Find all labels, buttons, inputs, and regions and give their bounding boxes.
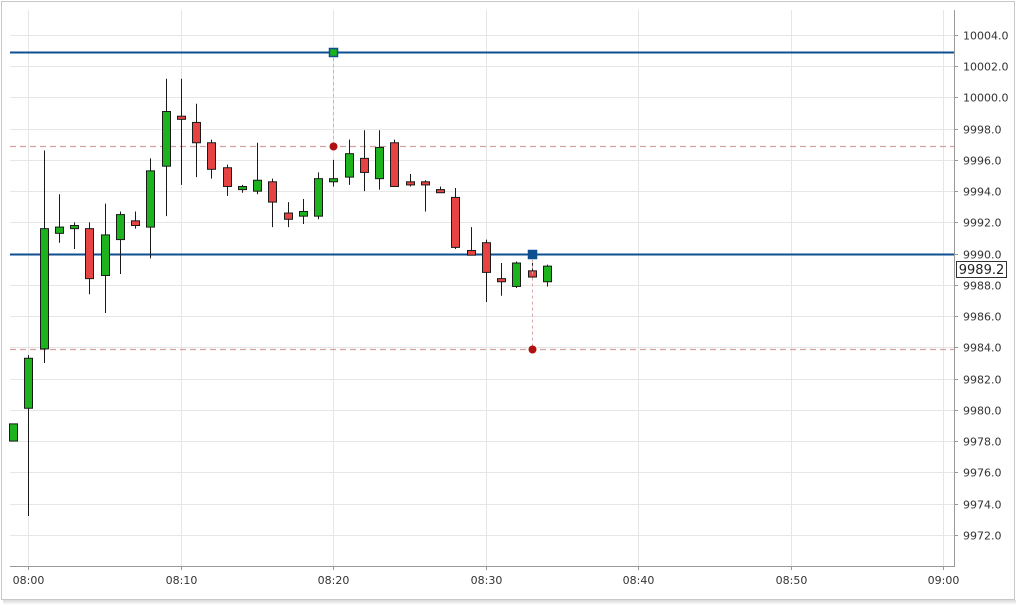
time-tick-label: 08:10: [166, 574, 198, 587]
candle-body: [512, 262, 521, 287]
candle-body: [467, 250, 476, 256]
stop-marker-dot: [528, 345, 537, 354]
candle-body: [299, 210, 308, 217]
candle-body: [177, 115, 186, 120]
price-tick-label: 9980.0: [963, 405, 1002, 418]
time-tick-label: 08:00: [13, 574, 45, 587]
stop-marker-dot: [329, 142, 338, 151]
last-price-label: 9989.2: [959, 263, 1005, 278]
candle-body: [70, 225, 79, 230]
price-tick-label: 10000.0: [963, 92, 1009, 105]
time-tick-label: 08:40: [623, 574, 655, 587]
candle-body: [55, 226, 64, 234]
price-tick-label: 10002.0: [963, 61, 1009, 74]
price-tick-label: 9974.0: [963, 499, 1002, 512]
candle-body: [192, 121, 201, 144]
candle-up: [512, 261, 521, 288]
candle-body: [406, 181, 415, 186]
candle-body: [223, 167, 232, 187]
candle-down: [390, 139, 399, 187]
price-tick-label: 9982.0: [963, 374, 1002, 387]
price-tick-label: 9996.0: [963, 155, 1002, 168]
order-marker-square: [527, 249, 538, 260]
candle-down: [451, 188, 460, 249]
price-tick-label: 9986.0: [963, 311, 1002, 324]
candle-body: [268, 181, 277, 203]
chart-window: 10004.0 10002.0 10000.0 9998.0 9996.0 9994.0 9…: [0, 0, 1019, 606]
candle-body: [329, 178, 338, 183]
price-tick-label: 9990.0: [963, 249, 1002, 262]
candle-body: [375, 146, 384, 180]
price-tick-label: 9976.0: [963, 467, 1002, 480]
candle-body: [238, 185, 247, 191]
price-tick-label: 9994.0: [963, 186, 1002, 199]
candle-body: [482, 242, 491, 273]
candle-body: [9, 423, 18, 442]
candle-up: [314, 172, 323, 220]
price-tick-label: 9972.0: [963, 530, 1002, 543]
candle-body: [24, 357, 33, 409]
price-tick-label: 9992.0: [963, 217, 1002, 230]
candle-body: [436, 189, 445, 194]
candle-body: [284, 212, 293, 220]
candle-body: [543, 265, 552, 283]
candle-body: [101, 234, 110, 277]
candle-body: [345, 153, 354, 178]
time-tick-label: 08:30: [471, 574, 503, 587]
price-tick-label: 9998.0: [963, 124, 1002, 137]
candle-body: [421, 181, 430, 186]
candle-body: [146, 170, 155, 228]
price-tick-label: 9978.0: [963, 436, 1002, 449]
price-tick-label: 9984.0: [963, 342, 1002, 355]
candle-body: [85, 228, 94, 280]
time-tick-label: 08:20: [318, 574, 350, 587]
candlestick-chart[interactable]: 10004.0 10002.0 10000.0 9998.0 9996.0 9994.0 9…: [0, 0, 1019, 606]
candle-up: [9, 423, 18, 442]
candle-body: [451, 196, 460, 248]
candle-body: [497, 278, 506, 283]
candle-body: [390, 142, 399, 187]
candle-body: [131, 220, 140, 227]
candle-body: [207, 142, 216, 170]
time-tick-label: 08:50: [776, 574, 808, 587]
order-marker-square: [328, 47, 339, 58]
candle-body: [40, 228, 49, 350]
candle-body: [162, 111, 171, 167]
candle-body: [116, 214, 125, 241]
chart-shadow: [3, 600, 1016, 605]
chart-border: [1, 1, 1015, 600]
last-price-box: 9989.2: [956, 261, 1007, 278]
price-tick-label: 9988.0: [963, 280, 1002, 293]
candle-body: [314, 178, 323, 217]
candle-body: [253, 179, 262, 192]
time-tick-label: 09:00: [928, 574, 960, 587]
price-tick-label: 10004.0: [963, 30, 1009, 43]
candle-body: [360, 157, 369, 173]
